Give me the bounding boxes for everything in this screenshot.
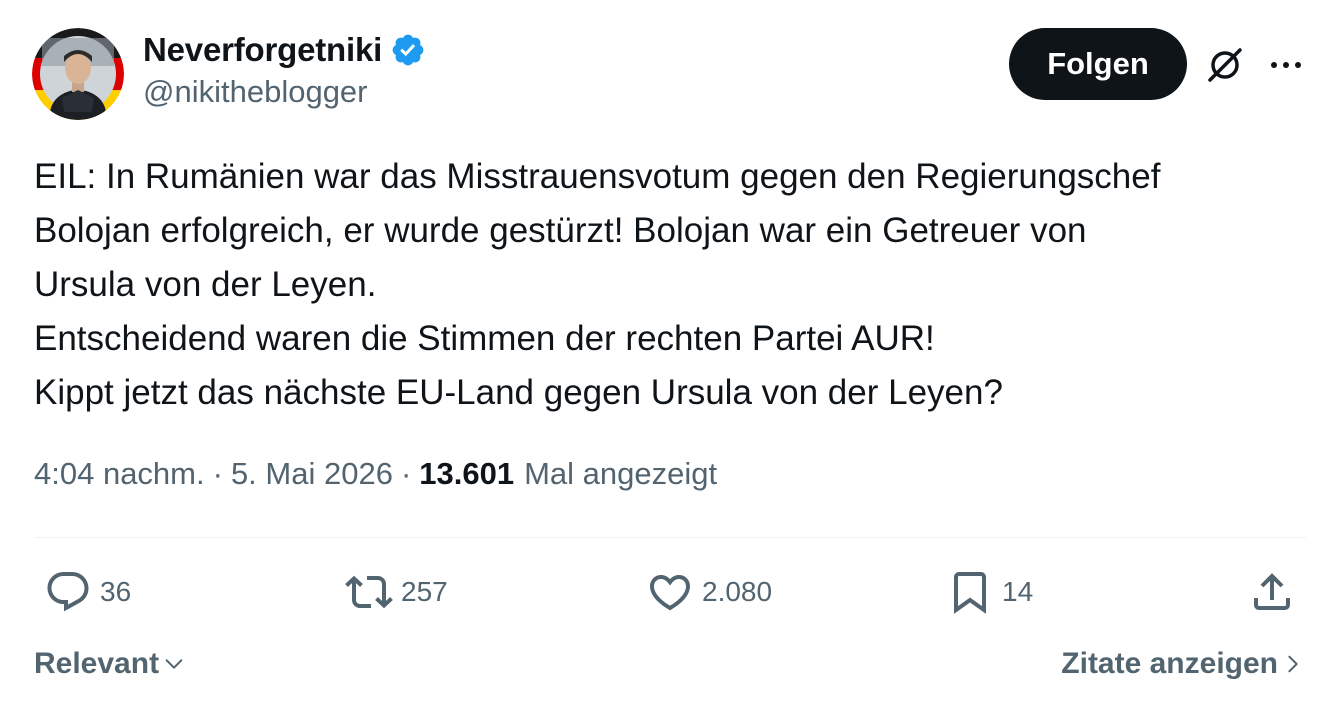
- repost-count: 257: [401, 576, 448, 607]
- views-label: Mal angezeigt: [524, 456, 718, 491]
- divider: [34, 537, 1306, 538]
- views-count: 13.601: [419, 456, 515, 491]
- quotes-label: Zitate anzeigen: [1061, 647, 1278, 680]
- sort-label: Relevant: [34, 647, 160, 680]
- tweet-line: Entscheidend waren die Stimmen der recht…: [34, 319, 935, 358]
- chevron-down-icon: [165, 659, 183, 669]
- user-handle[interactable]: @nikitheblogger: [143, 74, 368, 110]
- tweet-time[interactable]: 4:04 nachm.: [34, 456, 205, 492]
- tweet-line: Ursula von der Leyen.: [34, 265, 377, 304]
- grok-icon[interactable]: [1204, 44, 1246, 86]
- heart-icon: [649, 575, 691, 611]
- chevron-right-icon: [1288, 655, 1298, 673]
- avatar[interactable]: [32, 28, 124, 120]
- tweet-text: EIL: In Rumänien war das Misstrauensvotu…: [34, 150, 1314, 420]
- like-button[interactable]: 2.080: [646, 568, 772, 616]
- share-button[interactable]: [1248, 568, 1296, 616]
- meta-separator: ·: [212, 456, 223, 491]
- display-name-row[interactable]: Neverforgetniki: [143, 28, 426, 72]
- like-count: 2.080: [702, 576, 773, 607]
- view-quotes-link[interactable]: Zitate anzeigen: [1061, 642, 1304, 686]
- tweet-date[interactable]: 5. Mai 2026: [231, 456, 393, 492]
- sort-dropdown[interactable]: Relevant: [34, 642, 185, 686]
- reply-button[interactable]: 36: [44, 568, 131, 616]
- bookmark-button[interactable]: 14: [946, 568, 1033, 616]
- tweet-line: Bolojan erfolgreich, er wurde gestürzt! …: [34, 211, 1087, 250]
- more-dots-icon[interactable]: [1266, 50, 1306, 80]
- tweet-line: EIL: In Rumänien war das Misstrauensvotu…: [34, 157, 1161, 196]
- share-icon: [1254, 573, 1290, 610]
- display-name[interactable]: Neverforgetniki: [143, 31, 382, 69]
- bookmark-count: 14: [1002, 576, 1034, 607]
- avatar-image: [32, 28, 124, 120]
- bookmark-icon: [954, 572, 986, 614]
- follow-button[interactable]: Folgen: [1009, 28, 1187, 100]
- repost-icon: [345, 575, 393, 609]
- verified-badge-icon: [392, 34, 424, 66]
- reply-icon: [47, 572, 89, 612]
- meta-separator: ·: [400, 456, 412, 491]
- reply-count: 36: [100, 576, 132, 607]
- tweet-line: Kippt jetzt das nächste EU-Land gegen Ur…: [34, 373, 1003, 412]
- tweet-meta: 4:04 nachm. · 5. Mai 2026 · 13.601 Mal a…: [34, 456, 717, 492]
- repost-button[interactable]: 257: [345, 568, 448, 616]
